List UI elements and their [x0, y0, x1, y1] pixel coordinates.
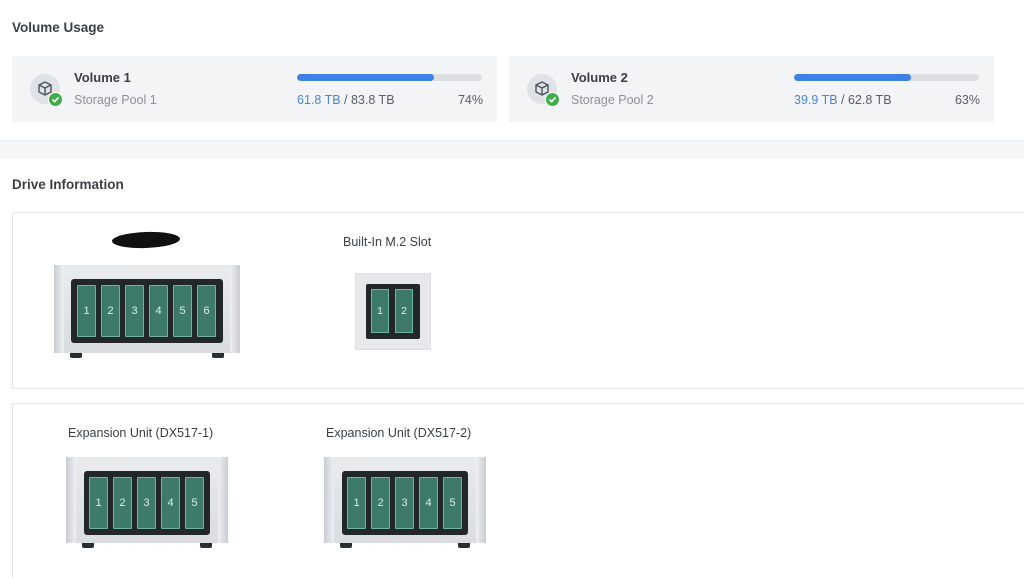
drive-slot-1[interactable]: 1: [347, 477, 366, 529]
usage-bar: [794, 74, 979, 81]
size-separator: /: [340, 93, 351, 107]
check-circle-icon: [545, 92, 560, 107]
drive-slot-3[interactable]: 3: [137, 477, 156, 529]
drive-slot-2[interactable]: 2: [371, 477, 390, 529]
expansion-unit-label-2: Expansion Unit (DX517-2): [326, 426, 472, 440]
volume-size: 39.9 TB / 62.8 TB: [794, 93, 892, 107]
drive-slot-1[interactable]: 1: [77, 285, 96, 337]
drive-bay: 12345: [342, 471, 468, 535]
total-capacity: 62.8 TB: [847, 93, 892, 107]
expansion-chassis-1[interactable]: 12345: [66, 457, 228, 548]
drive-slot-4[interactable]: 4: [419, 477, 438, 529]
drive-bay: 12345: [84, 471, 210, 535]
usage-bar: [297, 74, 482, 81]
expansion-unit-label-1: Expansion Unit (DX517-1): [68, 426, 214, 440]
storage-pool-label: Storage Pool 2: [571, 93, 654, 107]
check-circle-icon: [48, 92, 63, 107]
used-capacity: 39.9 TB: [794, 93, 838, 107]
usage-percent: 74%: [457, 93, 483, 107]
drive-slot-2[interactable]: 2: [101, 285, 120, 337]
drive-slot-5[interactable]: 5: [185, 477, 204, 529]
drive-slot-3[interactable]: 3: [125, 285, 144, 337]
m2-drive-slot-2[interactable]: 2: [395, 289, 413, 333]
volume-name: Volume 2: [571, 70, 628, 85]
m2-bay: 12: [366, 284, 420, 339]
volume-name: Volume 1: [74, 70, 131, 85]
m2-slot-frame[interactable]: 12: [355, 273, 431, 350]
m2-slot-label: Built-In M.2 Slot: [343, 235, 432, 249]
used-capacity: 61.8 TB: [297, 93, 341, 107]
usage-bar-fill: [794, 74, 911, 81]
usage-bar-fill: [297, 74, 434, 81]
storage-pool-label: Storage Pool 1: [74, 93, 157, 107]
nas-chassis[interactable]: 123456: [54, 265, 240, 358]
drive-slot-5[interactable]: 5: [443, 477, 462, 529]
volume-card-1[interactable]: Volume 1 Storage Pool 1 61.8 TB / 83.8 T…: [12, 56, 497, 122]
size-separator: /: [837, 93, 848, 107]
volume-card-2[interactable]: Volume 2 Storage Pool 2 39.9 TB / 62.8 T…: [509, 56, 994, 122]
drive-slot-2[interactable]: 2: [113, 477, 132, 529]
volume-usage-title: Volume Usage: [12, 20, 105, 35]
drive-slot-1[interactable]: 1: [89, 477, 108, 529]
drive-slot-6[interactable]: 6: [197, 285, 216, 337]
volume-size: 61.8 TB / 83.8 TB: [297, 93, 395, 107]
drive-slot-3[interactable]: 3: [395, 477, 414, 529]
usage-percent: 63%: [954, 93, 980, 107]
m2-drive-slot-1[interactable]: 1: [371, 289, 389, 333]
drive-slot-4[interactable]: 4: [149, 285, 168, 337]
expansion-chassis-2[interactable]: 12345: [324, 457, 486, 548]
drive-slot-4[interactable]: 4: [161, 477, 180, 529]
drive-bay: 123456: [71, 279, 223, 343]
drive-information-title: Drive Information: [12, 177, 124, 192]
section-divider: [0, 140, 1024, 159]
total-capacity: 83.8 TB: [350, 93, 395, 107]
drive-slot-5[interactable]: 5: [173, 285, 192, 337]
